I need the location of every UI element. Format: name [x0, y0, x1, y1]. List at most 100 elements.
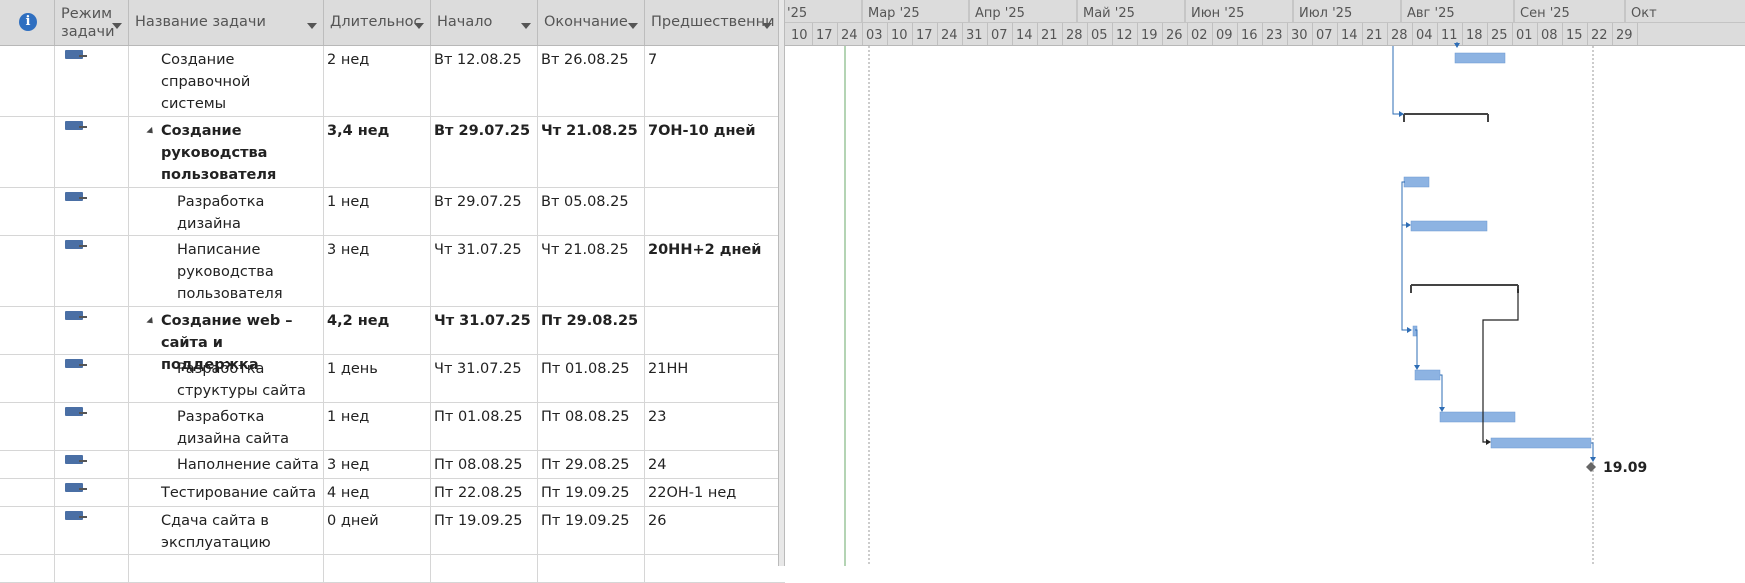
table-row[interactable]: Сдача сайта в эксплуатацию 0 дней Пт 19.09.…: [0, 507, 785, 555]
task-mode-cell[interactable]: [55, 46, 129, 116]
task-mode-cell[interactable]: [55, 479, 129, 506]
table-row[interactable]: Создание web – сайта и поддержка 4,2 нед Чт…: [0, 307, 785, 373]
finish-cell[interactable]: Пт 19.09.25: [538, 507, 645, 554]
duration-cell[interactable]: 3 нед: [324, 236, 431, 306]
start-cell[interactable]: Чт 31.07.25: [431, 355, 538, 402]
task-mode-cell[interactable]: [55, 355, 129, 402]
finish-cell[interactable]: Пт 01.08.25: [538, 355, 645, 402]
duration-cell[interactable]: 4 нед: [324, 479, 431, 506]
chevron-down-icon[interactable]: [112, 23, 122, 29]
start-cell[interactable]: Пт 19.09.25: [431, 507, 538, 554]
task-mode-cell[interactable]: [55, 188, 129, 235]
start-cell[interactable]: Чт 31.07.25: [431, 307, 538, 354]
task-mode-cell[interactable]: [55, 307, 129, 354]
duration-cell[interactable]: 0 дней: [324, 507, 431, 554]
duration-cell[interactable]: 4,2 нед: [324, 307, 431, 354]
finish-cell[interactable]: Пт 08.08.25: [538, 403, 645, 450]
predecessors-cell[interactable]: 7: [645, 46, 778, 116]
indicator-cell[interactable]: [0, 479, 55, 506]
predecessors-cell[interactable]: [645, 307, 778, 354]
table-row[interactable]: Написание руководства пользователя 3 нед Чт …: [0, 236, 785, 307]
duration-cell[interactable]: 1 нед: [324, 403, 431, 450]
indicator-cell[interactable]: [0, 236, 55, 306]
collapse-triangle-icon[interactable]: [146, 316, 156, 327]
collapse-triangle-icon[interactable]: [146, 126, 156, 137]
indicators-column-header[interactable]: i: [0, 0, 55, 45]
task-name-cell[interactable]: Создание справочной системы: [129, 46, 324, 116]
table-row[interactable]: Разработка дизайна 1 нед Вт 29.07.25 Вт 05.0…: [0, 188, 785, 236]
finish-cell[interactable]: Вт 26.08.25: [538, 46, 645, 116]
task-name-cell[interactable]: Разработка дизайна: [129, 188, 324, 235]
chevron-down-icon[interactable]: [762, 23, 772, 29]
start-cell[interactable]: Вт 29.07.25: [431, 188, 538, 235]
empty-cell[interactable]: [0, 555, 55, 582]
task-name-cell[interactable]: Разработка дизайна сайта: [129, 403, 324, 450]
chevron-down-icon[interactable]: [414, 23, 424, 29]
empty-cell[interactable]: [324, 555, 431, 582]
duration-column-header[interactable]: Длительнос: [324, 0, 431, 45]
start-cell[interactable]: Пт 01.08.25: [431, 403, 538, 450]
finish-cell[interactable]: Чт 21.08.25: [538, 117, 645, 187]
indicator-cell[interactable]: [0, 46, 55, 116]
table-row[interactable]: Разработка структуры сайта 1 день Чт 31.07.…: [0, 355, 785, 403]
empty-row[interactable]: [0, 555, 785, 583]
task-name-cell[interactable]: Создание руководства пользователя: [129, 117, 324, 187]
predecessors-cell[interactable]: [645, 188, 778, 235]
empty-cell[interactable]: [129, 555, 324, 582]
chevron-down-icon[interactable]: [628, 23, 638, 29]
finish-cell[interactable]: Пт 29.08.25: [538, 451, 645, 478]
indicator-cell[interactable]: [0, 307, 55, 354]
predecessors-cell[interactable]: 23: [645, 403, 778, 450]
task-name-cell[interactable]: Тестирование сайта: [129, 479, 324, 506]
duration-cell[interactable]: 1 день: [324, 355, 431, 402]
predecessors-cell[interactable]: 24: [645, 451, 778, 478]
duration-cell[interactable]: 1 нед: [324, 188, 431, 235]
table-row[interactable]: Наполнение сайта 3 нед Пт 08.08.25 Пт 29.08…: [0, 451, 785, 479]
start-cell[interactable]: Вт 29.07.25: [431, 117, 538, 187]
finish-cell[interactable]: Чт 21.08.25: [538, 236, 645, 306]
indicator-cell[interactable]: [0, 188, 55, 235]
duration-cell[interactable]: 3 нед: [324, 451, 431, 478]
table-row[interactable]: Создание руководства пользователя 3,4 нед Вт…: [0, 117, 785, 188]
chevron-down-icon[interactable]: [521, 23, 531, 29]
task-name-cell[interactable]: Создание web – сайта и поддержка: [129, 307, 324, 373]
finish-column-header[interactable]: Окончание: [538, 0, 645, 45]
indicator-cell[interactable]: [0, 117, 55, 187]
table-row[interactable]: Разработка дизайна сайта 1 нед Пт 01.08.25 П…: [0, 403, 785, 451]
task-mode-cell[interactable]: [55, 236, 129, 306]
empty-cell[interactable]: [645, 555, 778, 582]
finish-cell[interactable]: Пт 19.09.25: [538, 479, 645, 506]
start-cell[interactable]: Вт 12.08.25: [431, 46, 538, 116]
task-name-cell[interactable]: Разработка структуры сайта: [129, 355, 324, 402]
predecessors-column-header[interactable]: Предшественни: [645, 0, 778, 45]
predecessors-cell[interactable]: 26: [645, 507, 778, 554]
indicator-cell[interactable]: [0, 355, 55, 402]
task-mode-cell[interactable]: [55, 117, 129, 187]
predecessors-cell[interactable]: 21НН: [645, 355, 778, 402]
indicator-cell[interactable]: [0, 403, 55, 450]
empty-cell[interactable]: [538, 555, 645, 582]
task-name-cell[interactable]: Написание руководства пользователя: [129, 236, 324, 306]
empty-cell[interactable]: [55, 555, 129, 582]
chevron-down-icon[interactable]: [307, 23, 317, 29]
task-name-cell[interactable]: Наполнение сайта: [129, 451, 324, 478]
start-cell[interactable]: Пт 08.08.25: [431, 451, 538, 478]
table-row[interactable]: Создание справочной системы 2 нед Вт 12.08.2…: [0, 46, 785, 117]
view-splitter[interactable]: [778, 0, 785, 566]
empty-cell[interactable]: [431, 555, 538, 582]
indicator-cell[interactable]: [0, 451, 55, 478]
finish-cell[interactable]: Вт 05.08.25: [538, 188, 645, 235]
start-cell[interactable]: Пт 22.08.25: [431, 479, 538, 506]
finish-cell[interactable]: Пт 29.08.25: [538, 307, 645, 354]
duration-cell[interactable]: 2 нед: [324, 46, 431, 116]
start-cell[interactable]: Чт 31.07.25: [431, 236, 538, 306]
task-mode-cell[interactable]: [55, 403, 129, 450]
start-column-header[interactable]: Начало: [431, 0, 538, 45]
predecessors-cell[interactable]: 22ОН-1 нед: [645, 479, 778, 506]
predecessors-cell[interactable]: 7ОН-10 дней: [645, 117, 778, 187]
indicator-cell[interactable]: [0, 507, 55, 554]
task-mode-cell[interactable]: [55, 451, 129, 478]
table-row[interactable]: Тестирование сайта 4 нед Пт 22.08.25 Пт 19.…: [0, 479, 785, 507]
task-name-cell[interactable]: Сдача сайта в эксплуатацию: [129, 507, 324, 554]
task-mode-cell[interactable]: [55, 507, 129, 554]
